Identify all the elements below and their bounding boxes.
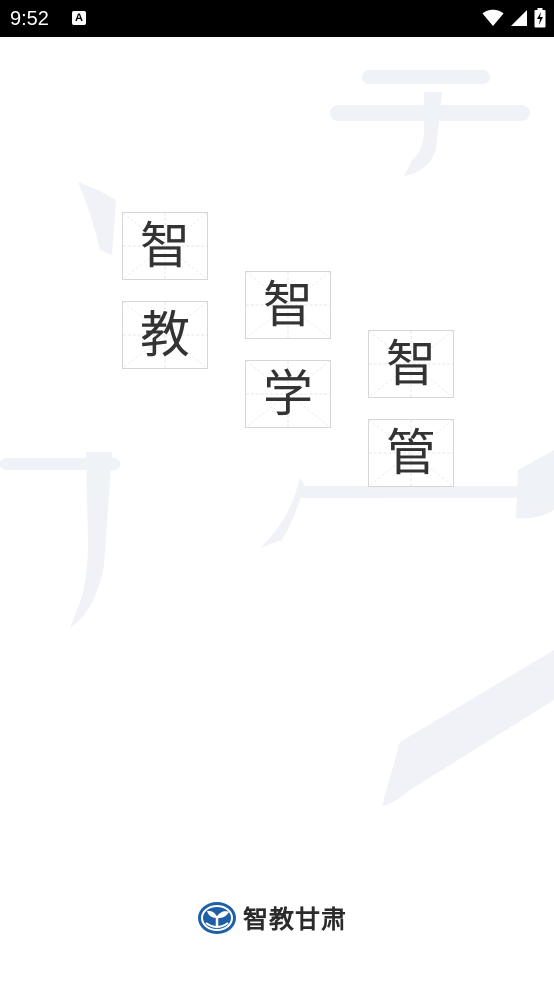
char-glyph: 智 <box>386 335 436 393</box>
char-tile-jiao: 教 <box>122 301 208 369</box>
char-glyph: 智 <box>140 217 190 275</box>
battery-charging-icon <box>534 8 546 28</box>
cellular-signal-icon <box>511 10 527 26</box>
status-time: 9:52 <box>10 8 49 30</box>
background-brush-strokes <box>0 70 554 806</box>
char-tile-guan: 管 <box>368 419 454 487</box>
brand-name: 智教甘肃 <box>243 905 348 934</box>
char-glyph: 智 <box>263 276 313 334</box>
brand-footer: 智教甘肃 <box>197 900 347 936</box>
sprout-logo-icon <box>198 902 236 934</box>
status-bar: 9:52 A <box>0 0 554 37</box>
char-glyph: 学 <box>263 365 313 423</box>
char-glyph: 管 <box>386 424 436 482</box>
wifi-icon <box>482 9 504 26</box>
char-tile-zhi-1: 智 <box>122 212 208 280</box>
char-tile-xue: 学 <box>245 360 331 428</box>
char-glyph: 教 <box>140 306 190 364</box>
status-icons <box>482 8 546 28</box>
char-tile-zhi-2: 智 <box>245 271 331 339</box>
notification-icon: A <box>72 11 86 25</box>
char-tile-zhi-3: 智 <box>368 330 454 398</box>
